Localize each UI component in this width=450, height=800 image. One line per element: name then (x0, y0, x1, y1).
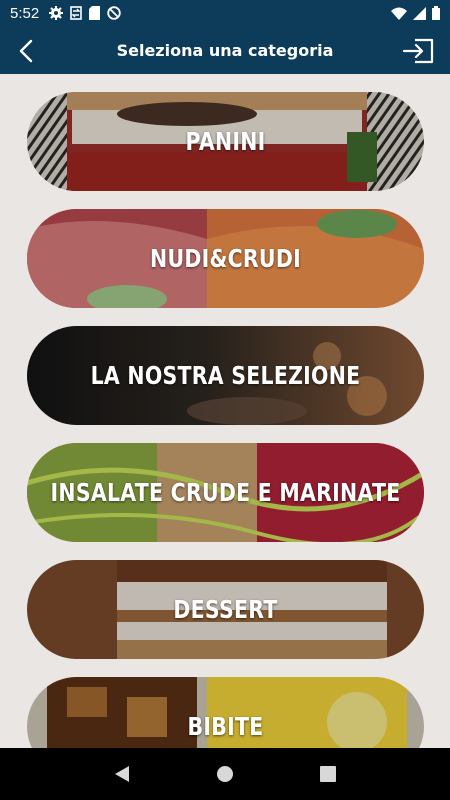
chevron-left-icon (19, 39, 33, 63)
category-la-nostra-selezione[interactable]: LA NOSTRA SELEZIONE (27, 326, 424, 425)
system-back-button[interactable] (102, 754, 142, 794)
status-icons (49, 6, 121, 20)
logout-button[interactable] (402, 36, 436, 66)
category-list[interactable]: PANINI NUDI&CRUDI LA NOSTRA SELEZIONE IN… (0, 74, 450, 748)
category-label: INSALATE CRUDE E MARINATE (50, 478, 401, 507)
category-label: BIBITE (187, 712, 264, 741)
logout-icon (402, 38, 434, 64)
do-not-disturb-icon (107, 6, 121, 20)
signal-icon (413, 6, 426, 20)
system-recents-button[interactable] (308, 754, 348, 794)
category-panini[interactable]: PANINI (27, 92, 424, 191)
battery-icon (432, 6, 440, 20)
back-button[interactable] (12, 36, 42, 66)
category-label: PANINI (185, 127, 266, 156)
page-title: Seleziona una categoria (116, 40, 334, 60)
status-bar: 5:52 (0, 0, 450, 26)
wifi-icon (391, 7, 407, 20)
sync-icon (70, 6, 83, 20)
category-label: DESSERT (173, 595, 278, 624)
sd-card-icon (89, 6, 101, 20)
app-bar: Seleziona una categoria (0, 26, 450, 74)
circle-home-icon (216, 766, 233, 782)
system-nav-bar (0, 748, 450, 800)
gear-icon (49, 6, 64, 20)
category-label: NUDI&CRUDI (150, 244, 301, 273)
triangle-back-icon (114, 766, 129, 782)
category-insalate-crude-e-marinate[interactable]: INSALATE CRUDE E MARINATE (27, 443, 424, 542)
status-time: 5:52 (10, 4, 40, 22)
category-nudi-crudi[interactable]: NUDI&CRUDI (27, 209, 424, 308)
square-recents-icon (320, 766, 337, 782)
status-right (391, 6, 440, 20)
system-home-button[interactable] (205, 754, 245, 794)
category-bibite[interactable]: BIBITE (27, 677, 424, 748)
category-dessert[interactable]: DESSERT (27, 560, 424, 659)
category-label: LA NOSTRA SELEZIONE (90, 361, 361, 390)
